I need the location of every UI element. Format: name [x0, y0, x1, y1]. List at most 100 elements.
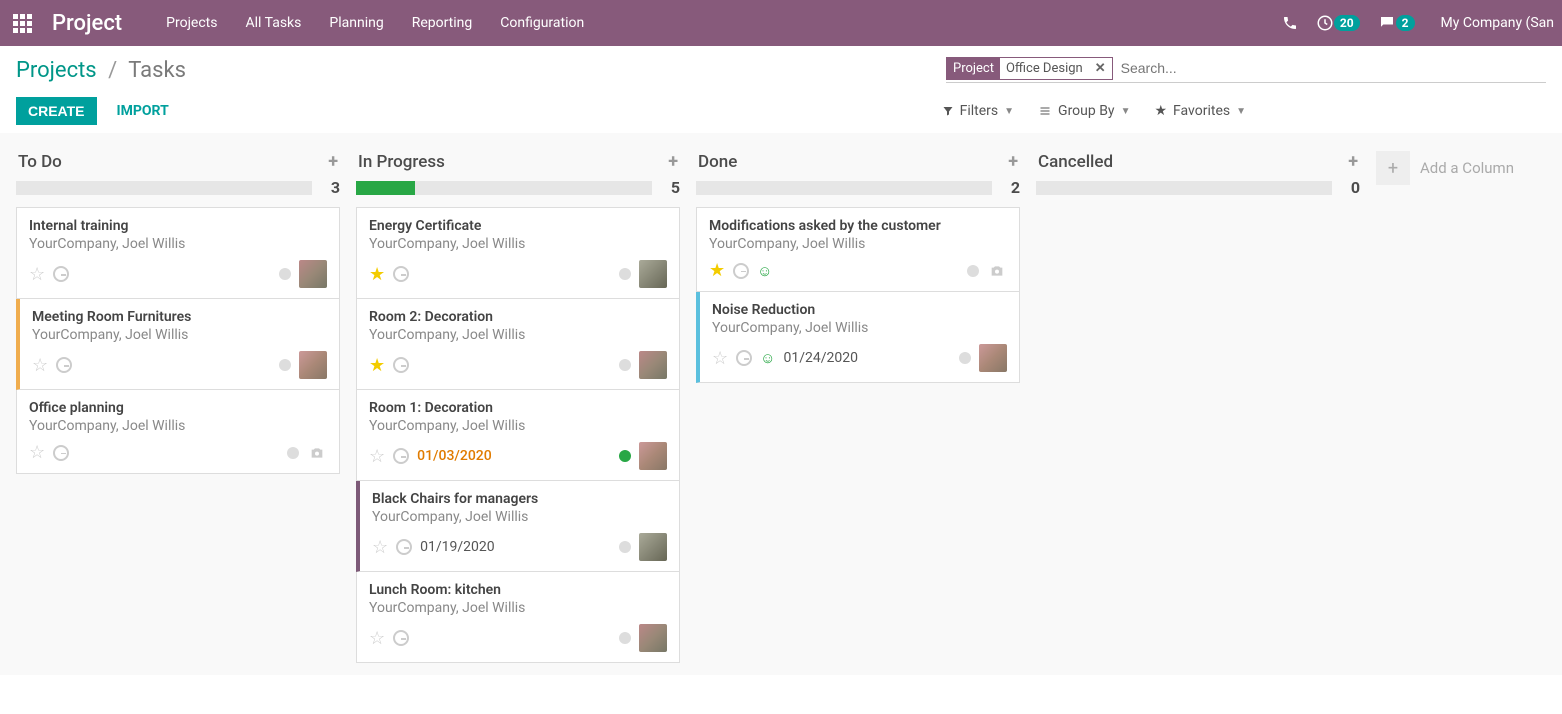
add-column-button[interactable]: +	[1376, 151, 1410, 185]
star-icon[interactable]: ☆	[369, 628, 385, 649]
chat-badge: 2	[1396, 15, 1415, 31]
kanban-card[interactable]: Noise Reduction YourCompany, Joel Willis…	[696, 292, 1020, 383]
status-dot[interactable]	[279, 359, 291, 371]
clock-icon[interactable]	[396, 539, 412, 555]
avatar[interactable]	[639, 624, 667, 652]
avatar[interactable]	[299, 351, 327, 379]
avatar[interactable]	[639, 351, 667, 379]
star-icon[interactable]: ☆	[712, 348, 728, 369]
card-subtitle: YourCompany, Joel Willis	[369, 418, 667, 434]
add-column-label[interactable]: Add a Column	[1420, 159, 1514, 177]
star-icon[interactable]: ☆	[32, 355, 48, 376]
avatar[interactable]	[639, 533, 667, 561]
kanban-card[interactable]: Meeting Room Furnitures YourCompany, Joe…	[16, 299, 340, 390]
clock-icon[interactable]	[736, 350, 752, 366]
star-icon[interactable]: ★	[709, 260, 725, 281]
breadcrumb: Projects / Tasks	[16, 58, 186, 83]
star-icon[interactable]: ☆	[29, 264, 45, 285]
column-title[interactable]: In Progress	[358, 152, 445, 172]
app-title[interactable]: Project	[52, 11, 122, 36]
column-add-icon[interactable]: +	[1008, 151, 1018, 172]
card-subtitle: YourCompany, Joel Willis	[29, 236, 327, 252]
card-subtitle: YourCompany, Joel Willis	[32, 327, 327, 343]
kanban-card[interactable]: Lunch Room: kitchen YourCompany, Joel Wi…	[356, 572, 680, 663]
import-button[interactable]: IMPORT	[117, 103, 169, 119]
star-icon[interactable]: ☆	[372, 537, 388, 558]
star-icon[interactable]: ☆	[29, 442, 45, 463]
chat-icon[interactable]: 2	[1378, 14, 1415, 32]
column-count: 2	[1000, 178, 1020, 197]
apps-menu-icon[interactable]	[8, 9, 36, 37]
kanban-card[interactable]: Office planning YourCompany, Joel Willis…	[16, 390, 340, 474]
clock-icon[interactable]	[393, 630, 409, 646]
phone-icon[interactable]	[1282, 15, 1298, 31]
status-dot[interactable]	[967, 265, 979, 277]
funnel-icon	[942, 105, 954, 117]
smiley-icon[interactable]: ☺	[760, 349, 775, 367]
groupby-button[interactable]: Group By ▼	[1038, 103, 1130, 119]
clock-icon[interactable]	[393, 357, 409, 373]
column-add-icon[interactable]: +	[668, 151, 678, 172]
kanban-card[interactable]: Internal training YourCompany, Joel Will…	[16, 207, 340, 299]
card-date: 01/24/2020	[783, 350, 858, 366]
card-title: Energy Certificate	[369, 218, 667, 234]
column-add-icon[interactable]: +	[1348, 151, 1358, 172]
filters-button[interactable]: Filters ▼	[942, 103, 1014, 119]
kanban-card[interactable]: Room 2: Decoration YourCompany, Joel Wil…	[356, 299, 680, 390]
avatar[interactable]	[639, 260, 667, 288]
nav-link-projects[interactable]: Projects	[154, 7, 229, 39]
smiley-icon[interactable]: ☺	[757, 262, 772, 280]
clock-icon[interactable]	[393, 448, 409, 464]
clock-icon[interactable]	[393, 266, 409, 282]
timer-icon[interactable]: 20	[1316, 14, 1360, 32]
status-dot[interactable]	[287, 447, 299, 459]
clock-icon[interactable]	[56, 357, 72, 373]
status-dot[interactable]	[619, 359, 631, 371]
camera-icon[interactable]	[987, 263, 1007, 279]
column-add-icon[interactable]: +	[328, 151, 338, 172]
clock-icon[interactable]	[53, 445, 69, 461]
clock-icon[interactable]	[53, 266, 69, 282]
avatar[interactable]	[299, 260, 327, 288]
create-button[interactable]: CREATE	[16, 97, 97, 125]
facet-remove-icon[interactable]: ✕	[1089, 61, 1112, 76]
breadcrumb-current: Tasks	[128, 58, 186, 83]
nav-link-configuration[interactable]: Configuration	[488, 7, 596, 39]
card-subtitle: YourCompany, Joel Willis	[372, 509, 667, 525]
card-subtitle: YourCompany, Joel Willis	[709, 236, 1007, 252]
kanban-board: To Do + 3Internal training YourCompany, …	[0, 133, 1562, 675]
card-subtitle: YourCompany, Joel Willis	[369, 600, 667, 616]
kanban-card[interactable]: Black Chairs for managers YourCompany, J…	[356, 481, 680, 572]
breadcrumb-link[interactable]: Projects	[16, 58, 97, 83]
kanban-card[interactable]: Energy Certificate YourCompany, Joel Wil…	[356, 207, 680, 299]
card-subtitle: YourCompany, Joel Willis	[712, 320, 1007, 336]
timer-badge: 20	[1334, 15, 1360, 31]
star-icon[interactable]: ★	[369, 355, 385, 376]
nav-link-all-tasks[interactable]: All Tasks	[233, 7, 313, 39]
nav-link-reporting[interactable]: Reporting	[400, 7, 485, 39]
card-subtitle: YourCompany, Joel Willis	[369, 327, 667, 343]
status-dot[interactable]	[619, 450, 631, 462]
clock-icon[interactable]	[733, 263, 749, 279]
search-area: Project Office Design ✕	[946, 56, 1546, 83]
avatar[interactable]	[979, 344, 1007, 372]
status-dot[interactable]	[619, 541, 631, 553]
star-icon[interactable]: ★	[369, 264, 385, 285]
status-dot[interactable]	[279, 268, 291, 280]
status-dot[interactable]	[619, 268, 631, 280]
column-title[interactable]: Done	[698, 152, 737, 172]
column-title[interactable]: To Do	[18, 152, 62, 172]
kanban-card[interactable]: Modifications asked by the customer Your…	[696, 207, 1020, 292]
column-count: 0	[1340, 178, 1360, 197]
camera-icon[interactable]	[307, 445, 327, 461]
avatar[interactable]	[639, 442, 667, 470]
kanban-card[interactable]: Room 1: Decoration YourCompany, Joel Wil…	[356, 390, 680, 481]
star-icon[interactable]: ☆	[369, 446, 385, 467]
company-menu[interactable]: My Company (San	[1433, 15, 1554, 31]
status-dot[interactable]	[959, 352, 971, 364]
column-title[interactable]: Cancelled	[1038, 152, 1113, 172]
nav-link-planning[interactable]: Planning	[317, 7, 395, 39]
status-dot[interactable]	[619, 632, 631, 644]
search-input[interactable]	[1113, 56, 1546, 80]
favorites-button[interactable]: ★ Favorites ▼	[1154, 103, 1246, 119]
